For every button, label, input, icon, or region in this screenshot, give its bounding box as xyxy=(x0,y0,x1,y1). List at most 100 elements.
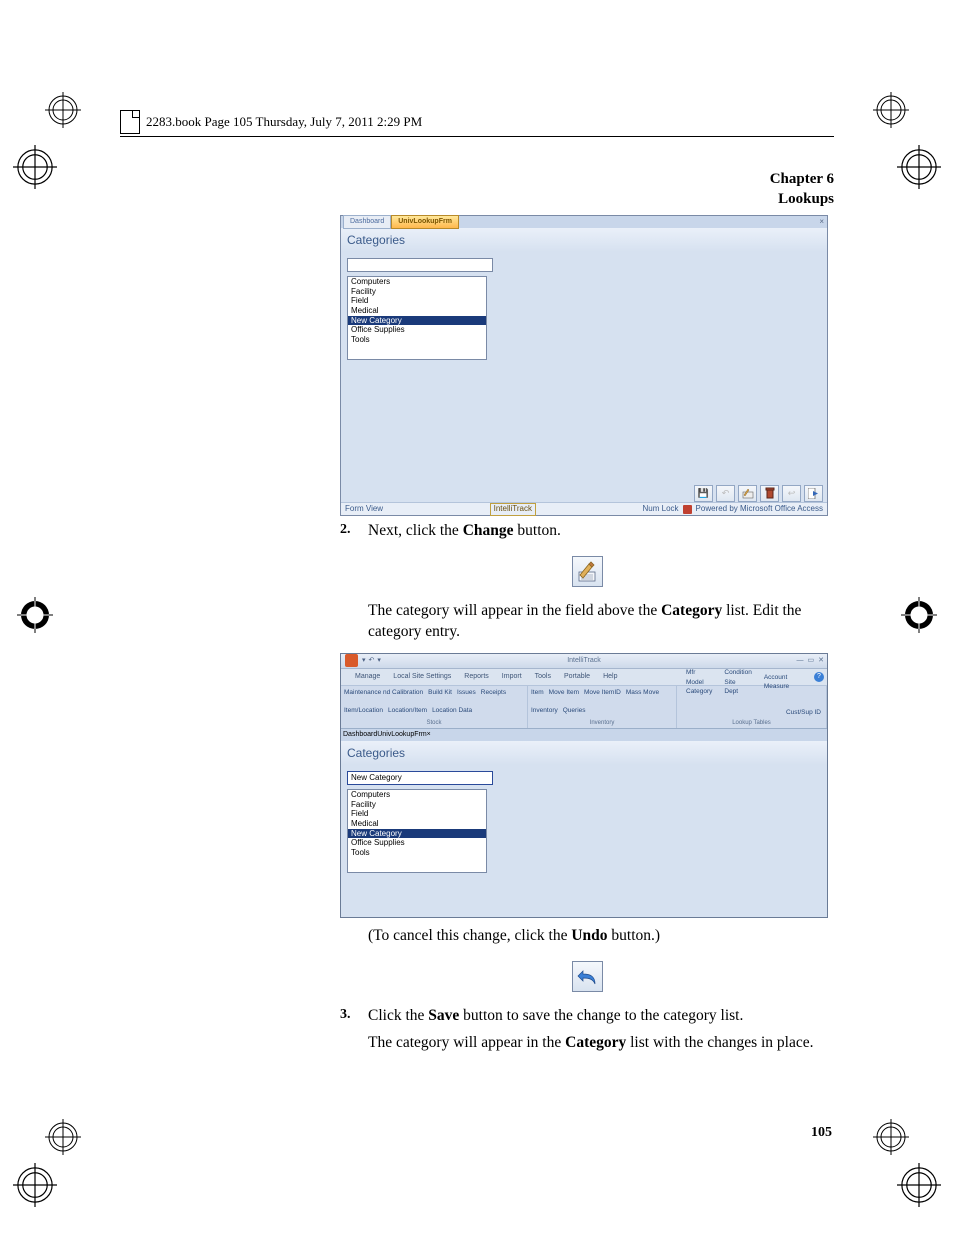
step-text: Next, click the Change button. xyxy=(368,521,834,542)
status-powered: Powered by Microsoft Office Access xyxy=(696,504,823,515)
ribbon-item[interactable]: Site xyxy=(724,679,751,688)
page-content: Dashboard UnivLookupFrm × Categories Com… xyxy=(340,215,834,1054)
form-tabs: Dashboard UnivLookupFrm × xyxy=(341,216,827,228)
change-button-icon xyxy=(572,556,603,587)
registration-mark-mid-right xyxy=(901,597,937,633)
ribbon-group-lookup: MfrModelCategory ConditionSiteDept Accou… xyxy=(677,686,827,728)
crop-mark-bottom-right xyxy=(873,1119,909,1155)
menu-item[interactable]: Manage xyxy=(355,672,380,681)
ribbon-item[interactable]: Build Kit xyxy=(428,689,452,698)
ribbon-item[interactable]: Mfr xyxy=(686,669,712,678)
delete-button[interactable] xyxy=(760,485,779,502)
menu-item[interactable]: Help xyxy=(603,672,617,681)
ribbon-item[interactable]: Location/Item xyxy=(388,707,427,716)
book-header-text: 2283.book Page 105 Thursday, July 7, 201… xyxy=(146,114,422,130)
app-icon xyxy=(345,654,358,667)
form-title-2: Categories xyxy=(341,741,827,765)
ribbon-item[interactable]: Cust/Sup ID xyxy=(786,709,821,718)
close-icon-2[interactable]: × xyxy=(427,730,431,739)
ribbon-item[interactable]: Location Data xyxy=(432,707,472,716)
ribbon-item[interactable]: Queries xyxy=(563,707,586,716)
ribbon-item[interactable]: Model xyxy=(686,679,712,688)
qat-more-icon[interactable]: ▾ xyxy=(377,656,381,665)
close-button[interactable]: ✕ xyxy=(818,656,824,665)
form-tabs-2: Dashboard UnivLookupFrm × xyxy=(341,729,827,741)
step-2-paragraph: The category will appear in the field ab… xyxy=(368,601,834,643)
list-item[interactable]: Tools xyxy=(348,848,486,858)
crop-mark-upper-left xyxy=(13,145,57,189)
ribbon-item[interactable]: Mass Move xyxy=(626,689,659,698)
status-numlock: Num Lock xyxy=(643,504,679,515)
ribbon-item[interactable]: Account xyxy=(764,674,789,683)
book-page-header: 2283.book Page 105 Thursday, July 7, 201… xyxy=(120,110,834,137)
ribbon-item[interactable]: Condition xyxy=(724,669,751,678)
ribbon-item[interactable]: Maintenance nd Calibration xyxy=(344,689,423,698)
list-item[interactable]: Tools xyxy=(348,335,486,345)
ribbon-item[interactable]: Measure xyxy=(764,683,789,692)
category-input-2[interactable]: New Category xyxy=(347,771,493,785)
close-icon[interactable]: × xyxy=(819,217,824,228)
category-list-2[interactable]: ComputersFacilityFieldMedicalNew Categor… xyxy=(347,789,487,873)
list-item[interactable]: Computers xyxy=(348,277,486,287)
menu-item[interactable]: Import xyxy=(502,672,522,681)
list-item[interactable]: New Category xyxy=(348,316,486,326)
step-3: 3. Click the Save button to save the cha… xyxy=(340,1006,834,1027)
minimize-button[interactable]: — xyxy=(797,656,804,665)
ribbon-item[interactable]: Issues xyxy=(457,689,476,698)
menu-item[interactable]: Reports xyxy=(464,672,489,681)
ribbon-item[interactable]: Inventory xyxy=(531,707,558,716)
ribbon-item[interactable]: Move Item xyxy=(549,689,579,698)
status-view: Form View xyxy=(345,504,383,515)
ribbon-item[interactable]: Receipts xyxy=(481,689,506,698)
list-item[interactable]: Medical xyxy=(348,306,486,316)
undo-button[interactable]: ↶ xyxy=(716,485,735,502)
ribbon-group-inventory: Item Move Item Move ItemID Mass Move Invento… xyxy=(528,686,677,728)
tab-univlookupfrm[interactable]: UnivLookupFrm xyxy=(391,215,459,228)
step-number: 2. xyxy=(340,521,368,542)
maximize-button[interactable]: ▭ xyxy=(808,656,815,665)
ribbon-item[interactable]: Category xyxy=(686,688,712,697)
list-item[interactable]: New Category xyxy=(348,829,486,839)
ribbon-item[interactable]: Item/Location xyxy=(344,707,383,716)
access-icon xyxy=(683,505,692,514)
category-list[interactable]: ComputersFacilityFieldMedicalNew Categor… xyxy=(347,276,487,360)
list-item[interactable]: Field xyxy=(348,296,486,306)
list-item[interactable]: Office Supplies xyxy=(348,325,486,335)
category-input[interactable] xyxy=(347,258,493,272)
exit-button[interactable] xyxy=(804,485,823,502)
crop-mark-bottom-left xyxy=(45,1119,81,1155)
qat-undo-icon[interactable]: ↶ xyxy=(369,656,375,665)
undo-button-icon xyxy=(572,961,603,992)
menu-item[interactable]: Tools xyxy=(535,672,551,681)
status-bar: Form View IntelliTrack Num Lock Powered … xyxy=(341,502,827,515)
screenshot-app-window: ▾ ↶ ▾ IntelliTrack — ▭ ✕ Manage Local Sit… xyxy=(340,653,828,918)
list-item[interactable]: Facility xyxy=(348,800,486,810)
list-item[interactable]: Medical xyxy=(348,819,486,829)
ribbon-item[interactable]: Move ItemID xyxy=(584,689,621,698)
list-item[interactable]: Office Supplies xyxy=(348,838,486,848)
form-title: Categories xyxy=(341,228,827,252)
crop-mark-lower-right xyxy=(897,1163,941,1207)
ribbon-item[interactable]: Item xyxy=(531,689,544,698)
change-button[interactable] xyxy=(738,485,757,502)
ribbon: Maintenance nd Calibration Build Kit Issue… xyxy=(341,686,827,729)
form-toolbar: 💾 ↶ ↩ xyxy=(341,484,827,502)
ribbon-item[interactable]: Dept xyxy=(724,688,751,697)
menu-item[interactable]: Local Site Settings xyxy=(393,672,451,681)
list-item[interactable]: Computers xyxy=(348,790,486,800)
save-button[interactable]: 💾 xyxy=(694,485,713,502)
step-2: 2. Next, click the Change button. xyxy=(340,521,834,542)
menu-item[interactable]: Portable xyxy=(564,672,590,681)
list-item[interactable]: Field xyxy=(348,809,486,819)
crop-mark-lower-left xyxy=(13,1163,57,1207)
chapter-heading: Chapter 6 Lookups xyxy=(770,170,834,209)
window-title: IntelliTrack xyxy=(341,656,827,665)
list-item[interactable]: Facility xyxy=(348,287,486,297)
tab-dashboard-2[interactable]: Dashboard xyxy=(343,730,377,739)
step-3-text: Click the Save button to save the change… xyxy=(368,1006,834,1027)
registration-mark-mid-left xyxy=(17,597,53,633)
back-button[interactable]: ↩ xyxy=(782,485,801,502)
tab-dashboard[interactable]: Dashboard xyxy=(343,215,391,228)
tab-univlookupfrm-2[interactable]: UnivLookupFrm xyxy=(377,730,426,739)
qat-save-icon[interactable]: ▾ xyxy=(362,656,366,665)
